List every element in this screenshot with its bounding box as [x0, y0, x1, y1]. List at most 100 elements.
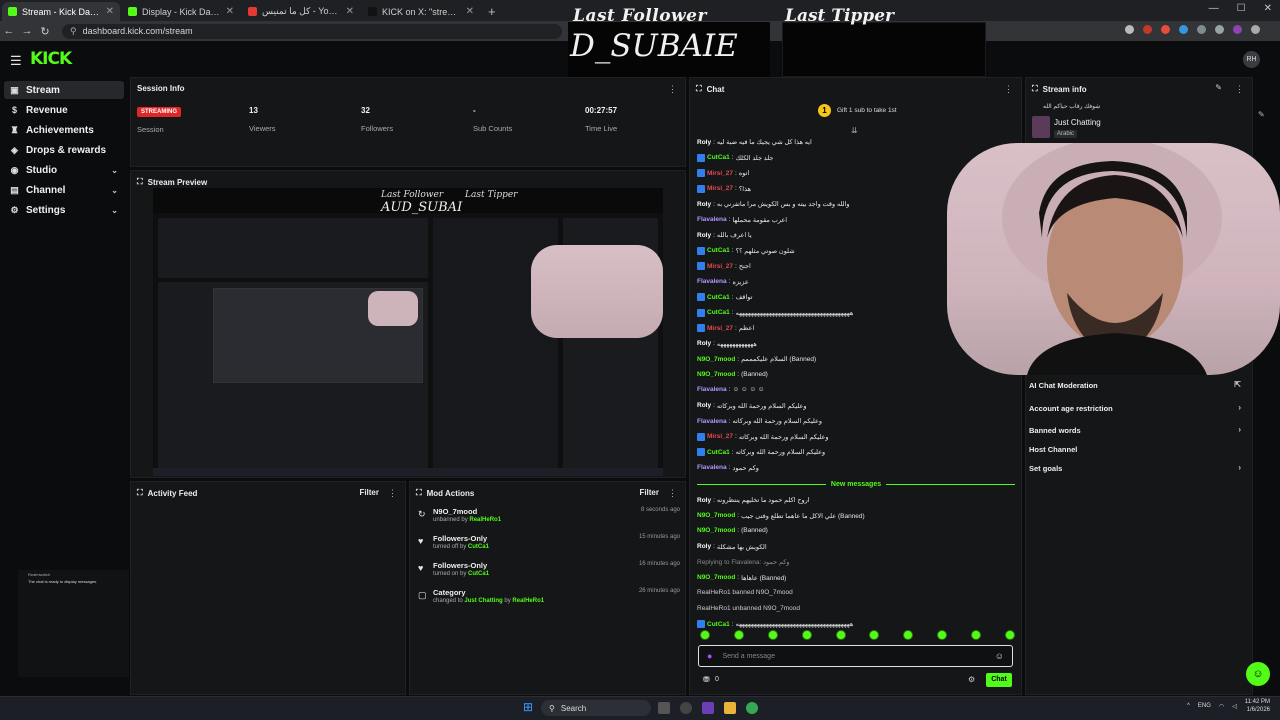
chat-message[interactable]: Mirsi_27: هذا؟ — [697, 184, 751, 193]
chat-message[interactable]: Flavalena: عزيزه — [697, 278, 749, 286]
extension-icon[interactable] — [1143, 25, 1152, 34]
more-options-icon[interactable]: ⋮ — [1235, 84, 1244, 95]
chat-username[interactable]: CutCa1 — [707, 621, 730, 628]
sidebar-item-settings[interactable]: ⚙ Settings ⌄ — [4, 201, 124, 219]
chrome-icon[interactable] — [746, 702, 758, 714]
task-view-icon[interactable] — [658, 702, 670, 714]
points-icon[interactable]: ⛃ — [703, 675, 710, 684]
chat-message[interactable]: Replying to Flavalena: وكم حمود — [697, 558, 790, 566]
emote-icon[interactable] — [700, 630, 710, 640]
emote-icon[interactable] — [835, 630, 846, 640]
stream-setting-row[interactable]: Banned words › — [1029, 425, 1241, 435]
chat-message[interactable]: Roly: ايه هذا كل شي يجيك ما فيه ضبة ليه — [697, 138, 812, 147]
back-icon[interactable]: ← — [0, 25, 18, 37]
more-options-icon[interactable]: ⋮ — [668, 84, 677, 95]
extension-icon[interactable] — [1197, 25, 1206, 34]
chat-username[interactable]: N9O_7mood — [697, 574, 735, 581]
chat-settings-icon[interactable]: ⚙ — [968, 675, 975, 684]
taskbar-search[interactable]: ⚲ Search — [541, 700, 651, 716]
chat-message[interactable]: Flavalena: اعرب مقومة محملها — [697, 216, 787, 224]
chat-message[interactable]: Flavalena: ☺ ☺ ☺ ☺ — [697, 386, 764, 393]
forward-icon[interactable]: → — [18, 25, 36, 37]
tray-language[interactable]: ENG — [1198, 703, 1211, 709]
wifi-icon[interactable]: ◠ — [1219, 703, 1224, 710]
minimize-icon[interactable]: — — [1209, 3, 1219, 14]
extension-icon[interactable] — [1215, 25, 1224, 34]
chat-message[interactable]: Roly: يا اعرف بالله — [697, 231, 752, 240]
reload-icon[interactable]: ↻ — [36, 25, 54, 38]
chat-message[interactable]: Roly: وعليكم السلام ورحمة الله وبركاته — [697, 402, 807, 410]
sidebar-item-stream[interactable]: ▣ Stream — [4, 81, 124, 99]
browser-tab[interactable]: KICK on X: "streaming on twit... ✕ — [362, 2, 480, 21]
browser-tab[interactable]: Display - Kick Dashboard ✕ — [122, 2, 240, 21]
expand-icon[interactable]: ⛶ — [696, 84, 702, 94]
emote-icon[interactable] — [971, 630, 981, 640]
stream-setting-row[interactable]: Account age restriction › — [1029, 403, 1241, 413]
chat-username[interactable]: N9O_7mood — [697, 527, 735, 534]
kick-logo[interactable]: KICK — [30, 49, 72, 69]
emote-icon[interactable] — [801, 630, 812, 640]
file-explorer-icon[interactable] — [724, 702, 736, 714]
chat-message[interactable]: Roly: ههههههههههههه — [697, 340, 757, 348]
more-options-icon[interactable]: ⋮ — [668, 488, 677, 499]
floating-chat-icon[interactable]: ☺ — [1246, 662, 1270, 686]
chat-message[interactable]: RealHeRo1 banned N9O_7mood — [697, 589, 793, 596]
more-options-icon[interactable]: ⋮ — [1004, 84, 1013, 95]
extension-icon[interactable] — [1179, 25, 1188, 34]
chat-username[interactable]: CutCa1 — [707, 449, 730, 456]
chat-message[interactable]: RealHeRo1 unbanned N9O_7mood — [697, 605, 800, 612]
chat-username[interactable]: CutCa1 — [707, 294, 730, 301]
extension-icon[interactable] — [1233, 25, 1242, 34]
chat-username[interactable]: Flavalena — [697, 464, 727, 471]
chat-message[interactable]: Mirsi_27: اتوه — [697, 169, 749, 177]
chat-message[interactable]: CutCa1: شلون صوتي مثلهم ؟؟ — [697, 246, 795, 255]
hamburger-menu-icon[interactable]: ☰ — [10, 53, 22, 69]
volume-icon[interactable]: ◁ — [1232, 703, 1237, 710]
chat-username[interactable]: CutCa1 — [707, 247, 730, 254]
expand-icon[interactable]: ⛶ — [137, 177, 143, 187]
stream-preview-video[interactable]: Last Follower Last Tipper AUD_SUBAI — [153, 188, 663, 476]
close-tab-icon[interactable]: ✕ — [226, 6, 234, 17]
emote-icon[interactable] — [767, 630, 778, 640]
edit-icon[interactable]: ✎ — [1215, 83, 1222, 92]
chat-message[interactable]: N9O_7mood: (Banned) — [697, 371, 768, 378]
expand-icon[interactable]: ⛶ — [1032, 84, 1038, 94]
chat-message[interactable]: Flavalena: وعليكم السلام ورحمة الله وبركا… — [697, 417, 822, 426]
chat-username[interactable]: N9O_7mood — [697, 371, 735, 378]
chat-username[interactable]: Roly — [697, 402, 711, 409]
close-tab-icon[interactable]: ✕ — [466, 6, 474, 17]
menu-icon[interactable] — [1251, 25, 1260, 34]
close-tab-icon[interactable]: ✕ — [106, 6, 114, 17]
chat-message[interactable]: Roly: والله وقت واجد بيته و بس الكويش مرا… — [697, 200, 850, 209]
chat-message[interactable]: CutCa1: جلد جلد الكلك — [697, 153, 773, 162]
chat-message[interactable]: CutCa1: تواقف — [697, 293, 752, 301]
chat-username[interactable]: Roly — [697, 497, 711, 504]
chat-message[interactable]: Mirsi_27: اعظم — [697, 324, 754, 332]
chat-username[interactable]: CutCa1 — [707, 309, 730, 316]
sidebar-item-revenue[interactable]: $ Revenue — [4, 101, 124, 119]
chat-username[interactable]: N9O_7mood — [697, 512, 735, 519]
app-icon[interactable] — [702, 702, 714, 714]
chat-username[interactable]: Flavalena — [697, 216, 727, 223]
windows-start-icon[interactable]: ⊞ — [523, 700, 533, 714]
chat-message[interactable]: N9O_7mood: علي الاكل ما عاهما تطلع وفتى ج… — [697, 512, 865, 520]
emote-icon[interactable] — [903, 630, 914, 640]
emote-icon[interactable] — [733, 630, 744, 640]
stream-category[interactable]: Just Chatting — [1054, 118, 1101, 127]
site-info-icon[interactable]: ⚲ — [70, 26, 77, 37]
sidebar-item-channel[interactable]: ▤ Channel ⌄ — [4, 181, 124, 199]
stream-setting-row[interactable]: AI Chat Moderation ⇱ — [1029, 380, 1241, 390]
chat-username[interactable]: Roly — [697, 543, 711, 550]
chat-message[interactable]: Flavalena: وكم حمود — [697, 464, 759, 472]
clock[interactable]: 11:42 PM 1/6/2026 — [1245, 698, 1270, 714]
chat-username[interactable]: Roly — [697, 201, 711, 208]
edit-icon[interactable]: ✎ — [1258, 110, 1265, 119]
chat-message[interactable]: Roly: اروح اكلم حمود ما تخليهم ينتظرونه — [697, 496, 810, 505]
chat-username[interactable]: CutCa1 — [707, 154, 730, 161]
browser-tab[interactable]: Stream - Kick Dashboard ✕ — [2, 2, 120, 21]
new-tab-icon[interactable]: + — [488, 2, 496, 21]
sidebar-item-studio[interactable]: ◉ Studio ⌄ — [4, 161, 124, 179]
chat-message[interactable]: CutCa1: ههههههههههههههههههههههههههههههههه… — [697, 620, 853, 628]
chat-username[interactable]: Mirsi_27 — [707, 325, 733, 332]
emote-icon[interactable] — [869, 630, 880, 640]
